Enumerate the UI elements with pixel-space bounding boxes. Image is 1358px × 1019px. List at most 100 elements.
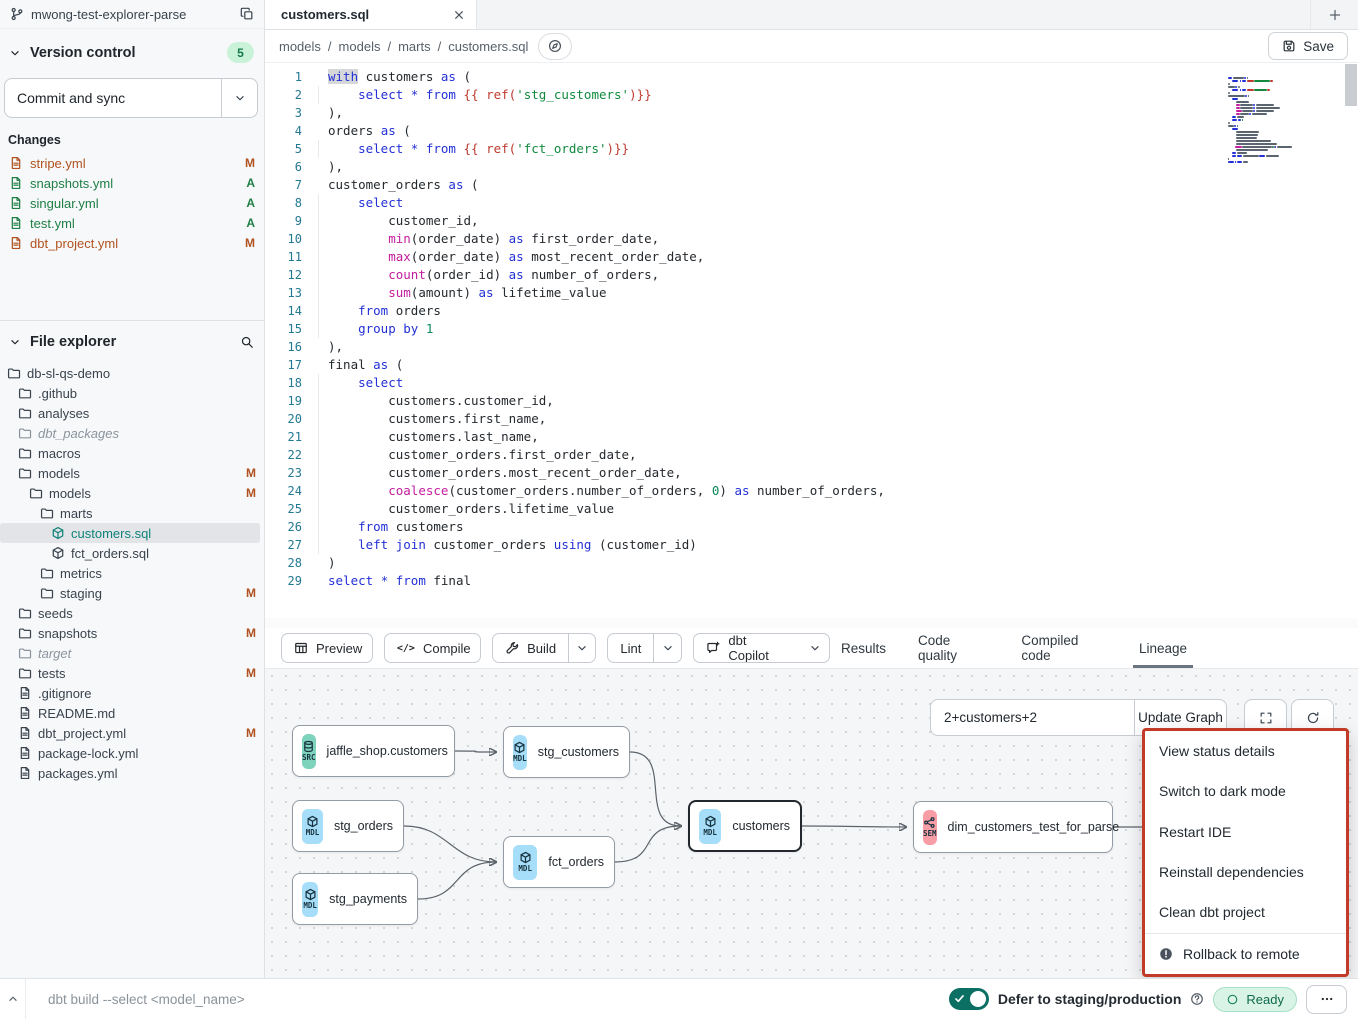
- indent-guide: [318, 482, 319, 500]
- change-row-snapshots-yml[interactable]: snapshots.ymlA: [0, 173, 264, 193]
- tree-item-name: db-sl-qs-demo: [27, 366, 256, 381]
- file-explorer-header[interactable]: File explorer: [0, 321, 264, 359]
- change-row-singular-yml[interactable]: singular.ymlA: [0, 193, 264, 213]
- code-text: from customers: [302, 518, 463, 536]
- panel-tab-compiled-code[interactable]: Compiled code: [1021, 628, 1107, 668]
- ide-options-menu: View status detailsSwitch to dark modeRe…: [1142, 728, 1349, 977]
- menu-item-clean-dbt-project[interactable]: Clean dbt project: [1145, 892, 1346, 932]
- check-icon: [953, 992, 966, 1005]
- help-icon[interactable]: [1190, 992, 1204, 1006]
- tree-item-target[interactable]: target: [0, 643, 260, 663]
- tree-item-models[interactable]: modelsM: [0, 483, 260, 503]
- tree-item-analyses[interactable]: analyses: [0, 403, 260, 423]
- tree-item-dbt-packages[interactable]: dbt_packages: [0, 423, 260, 443]
- panel-tab-lineage[interactable]: Lineage: [1139, 628, 1187, 668]
- toolbar-buttons: Preview Compile Build Lint dbt Copilot: [281, 633, 830, 663]
- editor-scrollbar[interactable]: [1345, 64, 1357, 106]
- tree-item-seeds[interactable]: seeds: [0, 603, 260, 623]
- lineage-node-stg-orders[interactable]: MDLstg_orders: [292, 800, 404, 852]
- breadcrumb-item-models[interactable]: models: [339, 39, 381, 54]
- copy-branch-icon[interactable]: [240, 7, 254, 21]
- menu-item-view-status-details[interactable]: View status details: [1145, 731, 1346, 771]
- toolbar-dropdown-lint[interactable]: [653, 634, 681, 662]
- tree-item-snapshots[interactable]: snapshotsM: [0, 623, 260, 643]
- toolbar-button-label[interactable]: Preview: [282, 634, 373, 662]
- tree-item-macros[interactable]: macros: [0, 443, 260, 463]
- tree-item-dbt-project-yml[interactable]: dbt_project.ymlM: [0, 723, 260, 743]
- lineage-node-jaffle-shop-customers[interactable]: SRCjaffle_shop.customers: [292, 725, 455, 777]
- lineage-node-fct-orders[interactable]: MDLfct_orders: [503, 836, 615, 888]
- code-editor[interactable]: 1with customers as (2 select * from {{ r…: [265, 63, 1358, 618]
- toolbar-button-dbt-copilot[interactable]: dbt Copilot: [693, 633, 830, 663]
- lineage-node-customers[interactable]: MDLcustomers: [688, 800, 802, 852]
- tab-title: customers.sql: [281, 7, 369, 22]
- toolbar-button-label[interactable]: Lint: [608, 634, 653, 662]
- menu-item-rollback-to-remote[interactable]: Rollback to remote: [1145, 934, 1346, 974]
- toolbar-button-preview[interactable]: Preview: [281, 633, 373, 663]
- tree-item-staging[interactable]: stagingM: [0, 583, 260, 603]
- menu-item-switch-to-dark-mode[interactable]: Switch to dark mode: [1145, 771, 1346, 811]
- lineage-node-stg-customers[interactable]: MDLstg_customers: [503, 726, 630, 778]
- tree-item-gitignore[interactable]: .gitignore: [0, 683, 260, 703]
- toolbar-dropdown-build[interactable]: [568, 634, 595, 662]
- toolbar-dropdown-dbt-copilot[interactable]: [800, 634, 829, 662]
- explore-lineage-button[interactable]: [538, 33, 572, 60]
- more-options-button[interactable]: [1306, 985, 1347, 1014]
- breadcrumb-item-models[interactable]: models: [279, 39, 321, 54]
- toolbar-button-lint[interactable]: Lint: [607, 633, 682, 663]
- menu-item-reinstall-dependencies[interactable]: Reinstall dependencies: [1145, 852, 1346, 892]
- commit-options-dropdown[interactable]: [221, 79, 257, 117]
- menu-item-restart-ide[interactable]: Restart IDE: [1145, 812, 1346, 852]
- indent-guide: [318, 410, 319, 428]
- toolbar-button-label[interactable]: Build: [493, 634, 568, 662]
- tree-item-customers-sql[interactable]: customers.sql: [0, 523, 260, 543]
- panel-tab-code-quality[interactable]: Code quality: [918, 628, 989, 668]
- tree-item-packages-yml[interactable]: packages.yml: [0, 763, 260, 783]
- lineage-node-dim-customers-test-for-parse[interactable]: SEMdim_customers_test_for_parse: [913, 801, 1113, 853]
- tree-item-github[interactable]: .github: [0, 383, 260, 403]
- tree-item-package-lock-yml[interactable]: package-lock.yml: [0, 743, 260, 763]
- lineage-canvas[interactable]: SRCjaffle_shop.customers MDLstg_customers…: [265, 668, 1358, 978]
- breadcrumb-item-marts[interactable]: marts: [398, 39, 431, 54]
- toolbar-button-label[interactable]: Compile: [385, 634, 481, 662]
- search-icon[interactable]: [240, 335, 254, 349]
- indent-guide: [318, 464, 319, 482]
- folder-icon: [18, 646, 32, 660]
- commit-and-sync-label[interactable]: Commit and sync: [5, 79, 221, 117]
- panel-tab-results[interactable]: Results: [841, 628, 886, 668]
- tree-item-models[interactable]: modelsM: [0, 463, 260, 483]
- tree-item-metrics[interactable]: metrics: [0, 563, 260, 583]
- indent-guide: [318, 140, 319, 158]
- new-tab-button[interactable]: [1310, 0, 1358, 29]
- node-type-label: MDL: [703, 828, 717, 837]
- version-control-header[interactable]: Version control 5: [0, 29, 264, 72]
- change-row-dbt-project-yml[interactable]: dbt_project.ymlM: [0, 233, 264, 253]
- indent-guide: [318, 428, 319, 446]
- change-row-stripe-yml[interactable]: stripe.ymlM: [0, 153, 264, 173]
- editor-minimap[interactable]: [1228, 77, 1292, 164]
- line-number: 16: [265, 338, 302, 356]
- tab-customers-sql[interactable]: customers.sql: [265, 0, 477, 29]
- lineage-node-stg-payments[interactable]: MDLstg_payments: [292, 873, 418, 925]
- editor-horizontal-scrollbar[interactable]: [265, 618, 1358, 628]
- commit-and-sync-button[interactable]: Commit and sync: [4, 78, 258, 118]
- breadcrumb-item-customers-sql[interactable]: customers.sql: [448, 39, 528, 54]
- tree-item-readme-md[interactable]: README.md: [0, 703, 260, 723]
- toolbar-button-label[interactable]: dbt Copilot: [694, 634, 800, 662]
- code-text: min(order_date) as first_order_date,: [302, 230, 659, 248]
- command-input[interactable]: dbt build --select <model_name>: [48, 992, 245, 1007]
- close-tab-icon[interactable]: [452, 8, 466, 22]
- lineage-filter-input[interactable]: [931, 700, 1134, 735]
- tree-item-name: macros: [38, 446, 256, 461]
- toolbar-button-build[interactable]: Build: [492, 633, 596, 663]
- defer-toggle[interactable]: [949, 988, 989, 1010]
- tree-item-marts[interactable]: marts: [0, 503, 260, 523]
- tree-item-fct-orders-sql[interactable]: fct_orders.sql: [0, 543, 260, 563]
- expand-command-bar-button[interactable]: [0, 979, 26, 1019]
- save-button[interactable]: Save: [1268, 32, 1348, 60]
- tree-item-tests[interactable]: testsM: [0, 663, 260, 683]
- code-text: count(order_id) as number_of_orders,: [302, 266, 659, 284]
- change-row-test-yml[interactable]: test.ymlA: [0, 213, 264, 233]
- toolbar-button-compile[interactable]: Compile: [384, 633, 481, 663]
- tree-item-db-sl-qs-demo[interactable]: db-sl-qs-demo: [0, 363, 260, 383]
